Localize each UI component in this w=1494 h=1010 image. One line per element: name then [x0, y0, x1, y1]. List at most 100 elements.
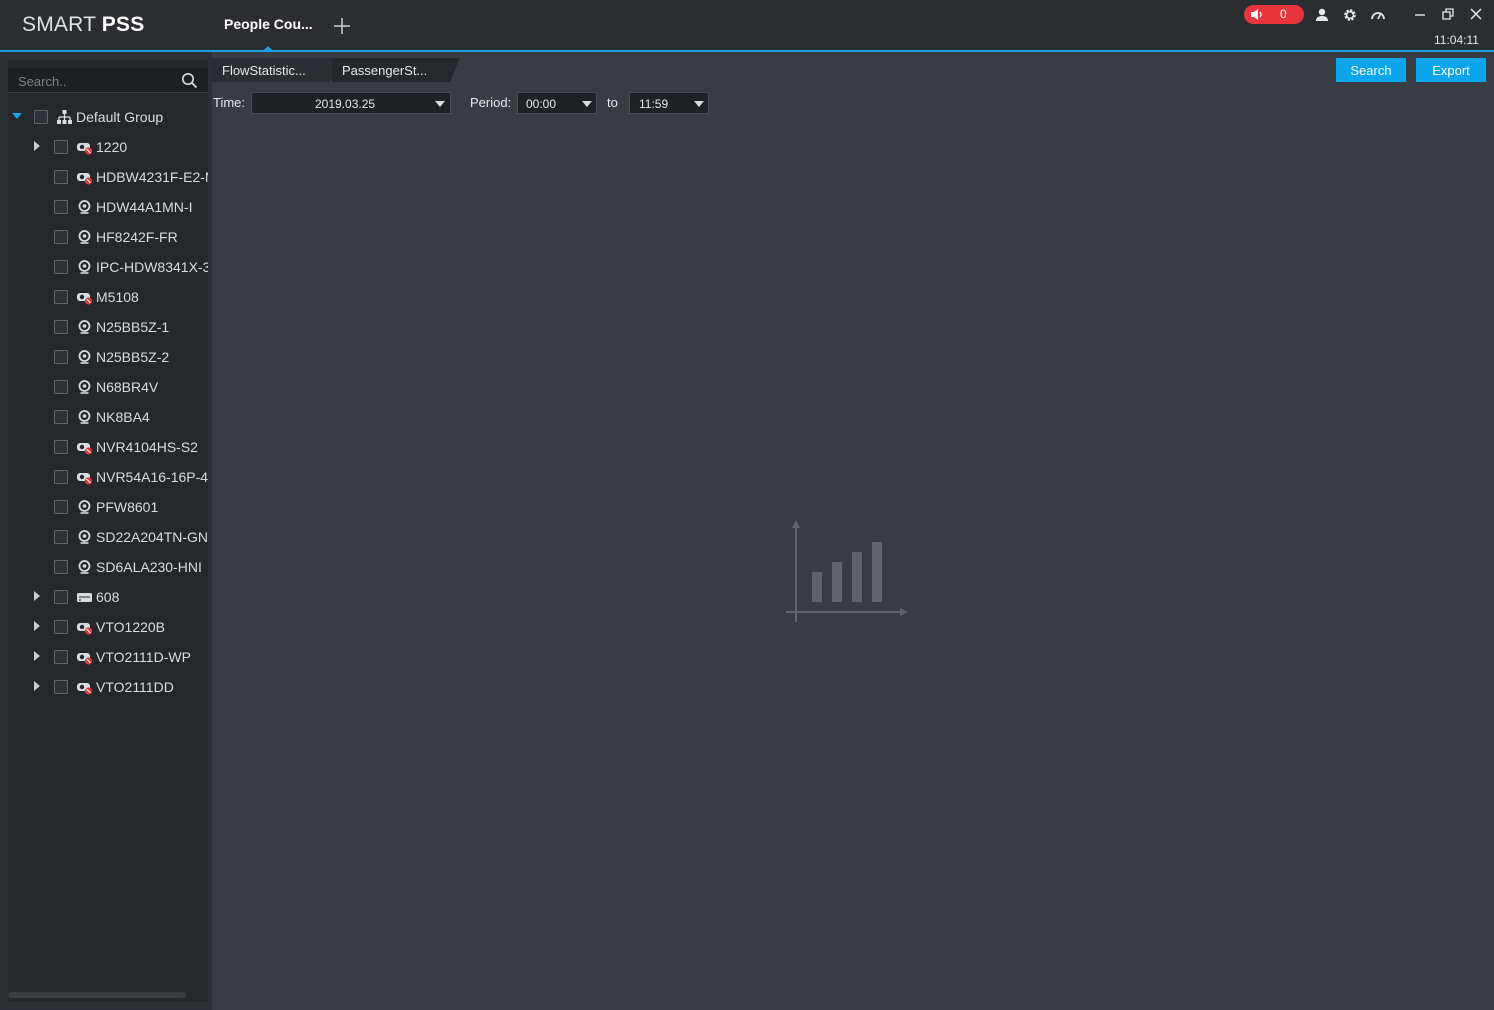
tree-item[interactable]: HF8242F-FR: [8, 222, 208, 252]
date-value: 2019.03.25: [315, 97, 376, 111]
tree-item[interactable]: HDBW4231F-E2-M: [8, 162, 208, 192]
tab-people-counting[interactable]: People Cou...: [224, 16, 313, 32]
tab-passenger-statistics[interactable]: PassengerSt...: [332, 58, 460, 82]
checkbox[interactable]: [34, 110, 48, 124]
tree-item[interactable]: N68BR4V: [8, 372, 208, 402]
search-icon[interactable]: [181, 72, 198, 89]
tree-item[interactable]: 1220: [8, 132, 208, 162]
tree-item-label: N25BB5Z-1: [96, 319, 170, 335]
logo-light-text: SMART: [22, 13, 102, 36]
device-offline-icon: [77, 683, 93, 695]
tree-item[interactable]: NVR54A16-16P-4KS2: [8, 462, 208, 492]
tree-item[interactable]: VTO1220B: [8, 612, 208, 642]
tree-item[interactable]: N25BB5Z-1: [8, 312, 208, 342]
tree-item[interactable]: IPC-HDW8341X-3D: [8, 252, 208, 282]
expand-down-icon[interactable]: [12, 111, 22, 121]
expand-right-icon[interactable]: [32, 681, 42, 691]
alarm-count: 0: [1280, 7, 1287, 21]
export-button[interactable]: Export: [1416, 58, 1486, 82]
tree-item-label: VTO2111D-WP: [96, 649, 191, 665]
checkbox[interactable]: [54, 410, 68, 424]
device-offline-icon: [77, 623, 93, 635]
tree-item[interactable]: M5108: [8, 282, 208, 312]
device-offline-icon: [77, 473, 93, 485]
camera-icon: [78, 260, 91, 274]
tree-item[interactable]: 608: [8, 582, 208, 612]
chevron-down-icon: [435, 101, 445, 107]
checkbox[interactable]: [54, 320, 68, 334]
search-input[interactable]: [16, 70, 180, 92]
user-icon[interactable]: [1314, 7, 1330, 23]
tree-item[interactable]: NVR4104HS-S2: [8, 432, 208, 462]
checkbox[interactable]: [54, 380, 68, 394]
tab-flow-statistics[interactable]: FlowStatistic...: [212, 58, 340, 82]
tree-item-label: 1220: [96, 139, 128, 155]
gear-icon[interactable]: [1342, 7, 1358, 23]
checkbox[interactable]: [54, 230, 68, 244]
expand-right-icon[interactable]: [32, 141, 42, 151]
checkbox[interactable]: [54, 170, 68, 184]
tab-edge: [450, 58, 460, 82]
tree-root-default-group[interactable]: Default Group: [8, 102, 208, 132]
expand-right-icon[interactable]: [32, 651, 42, 661]
active-tab-indicator: [264, 46, 272, 50]
minimize-icon[interactable]: [1412, 6, 1428, 22]
dashboard-gauge-icon[interactable]: [1370, 7, 1386, 23]
expand-right-icon[interactable]: [32, 591, 42, 601]
tree-item-label: IPC-HDW8341X-3D: [96, 259, 208, 275]
tree-item[interactable]: SD22A204TN-GN: [8, 522, 208, 552]
checkbox[interactable]: [54, 470, 68, 484]
add-tab-icon[interactable]: [330, 14, 354, 38]
title-bar: SMART PSS People Cou... 0 11:04:11: [0, 0, 1494, 52]
time-label: Time:: [213, 95, 246, 110]
tree-item[interactable]: N25BB5Z-2: [8, 342, 208, 372]
device-offline-icon: [77, 143, 93, 155]
tree-item[interactable]: HDW44A1MN-I: [8, 192, 208, 222]
tree-item-label: M5108: [96, 289, 139, 305]
date-select[interactable]: 2019.03.25: [251, 92, 451, 114]
checkbox[interactable]: [54, 200, 68, 214]
checkbox[interactable]: [54, 590, 68, 604]
tree-item-label: SD6ALA230-HNI: [96, 559, 202, 575]
period-to-value: 11:59: [639, 97, 669, 111]
checkbox[interactable]: [54, 140, 68, 154]
period-label: Period:: [470, 95, 512, 110]
checkbox[interactable]: [54, 290, 68, 304]
search-button[interactable]: Search: [1336, 58, 1406, 82]
clock: 11:04:11: [1434, 33, 1479, 47]
tree-item-label: HDW44A1MN-I: [96, 199, 193, 215]
checkbox[interactable]: [54, 650, 68, 664]
checkbox[interactable]: [54, 680, 68, 694]
camera-icon: [78, 320, 91, 334]
chevron-down-icon: [582, 101, 592, 107]
tree-item[interactable]: PFW8601: [8, 492, 208, 522]
tree-item[interactable]: VTO2111D-WP: [8, 642, 208, 672]
tree-item[interactable]: NK8BA4: [8, 402, 208, 432]
tab-passenger-statistics-label: PassengerSt...: [342, 63, 428, 78]
period-from-select[interactable]: 00:00: [517, 92, 597, 114]
checkbox[interactable]: [54, 530, 68, 544]
checkbox[interactable]: [54, 440, 68, 454]
restore-icon[interactable]: [1440, 6, 1456, 22]
to-label: to: [607, 95, 618, 110]
device-offline-icon: [77, 173, 93, 185]
app-logo: SMART PSS: [22, 13, 144, 37]
camera-icon: [78, 530, 91, 544]
expand-right-icon[interactable]: [32, 621, 42, 631]
checkbox[interactable]: [54, 260, 68, 274]
device-offline-icon: [77, 293, 93, 305]
checkbox[interactable]: [54, 620, 68, 634]
device-offline-icon: [77, 443, 93, 455]
period-to-select[interactable]: 11:59: [629, 92, 709, 114]
checkbox[interactable]: [54, 500, 68, 514]
horizontal-scrollbar[interactable]: [8, 992, 186, 998]
period-from-value: 00:00: [526, 97, 557, 111]
camera-icon: [78, 560, 91, 574]
checkbox[interactable]: [54, 560, 68, 574]
close-icon[interactable]: [1468, 6, 1484, 22]
alarm-badge[interactable]: 0: [1244, 5, 1304, 24]
camera-icon: [78, 380, 91, 394]
tree-item[interactable]: VTO2111DD: [8, 672, 208, 702]
tree-item[interactable]: SD6ALA230-HNI: [8, 552, 208, 582]
checkbox[interactable]: [54, 350, 68, 364]
